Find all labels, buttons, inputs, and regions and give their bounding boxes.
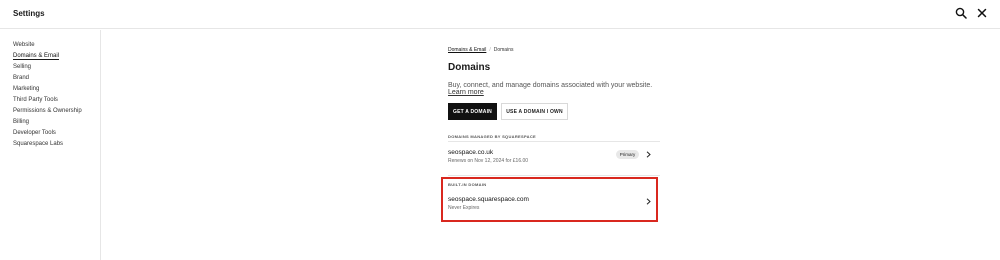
sidebar-item-label: Developer Tools: [13, 130, 56, 136]
sidebar-item-label: Domains & Email: [13, 53, 60, 60]
divider: [448, 141, 660, 142]
sidebar-item-marketing[interactable]: Marketing: [13, 84, 100, 95]
sidebar-item-label: Billing: [13, 119, 30, 125]
sidebar-item-billing[interactable]: Billing: [13, 117, 100, 128]
domain-row-built-in[interactable]: seospace.squarespace.com Never Expires: [448, 196, 660, 216]
managed-domains-label: DOMAINS MANAGED BY SQUARESPACE: [448, 134, 536, 139]
learn-more-link[interactable]: Learn more: [448, 89, 484, 96]
breadcrumb-parent-link[interactable]: Domains & Email: [448, 47, 486, 53]
sidebar-item-selling[interactable]: Selling: [13, 62, 100, 73]
settings-sidebar: Website Domains & Email Selling Brand Ma…: [0, 30, 101, 260]
breadcrumb-current: Domains: [493, 47, 514, 53]
sidebar-item-label: Permissions & Ownership: [13, 108, 82, 114]
breadcrumb-separator: /: [489, 47, 491, 53]
sidebar-item-label: Marketing: [13, 86, 40, 92]
page-title: Domains: [448, 62, 491, 73]
sidebar-item-developer-tools[interactable]: Developer Tools: [13, 128, 100, 139]
sidebar-item-website[interactable]: Website: [13, 40, 100, 51]
domain-renewal-info: Renews on Nov 12, 2024 for £16.00: [448, 158, 529, 164]
settings-title: Settings: [13, 9, 45, 18]
built-in-domain-label: BUILT-IN DOMAIN: [448, 182, 487, 187]
sidebar-item-domains-email[interactable]: Domains & Email: [13, 51, 100, 62]
chevron-right-icon: [646, 151, 651, 158]
domain-expiry-info: Never Expires: [448, 205, 480, 211]
sidebar-item-label: Website: [13, 42, 35, 48]
use-a-domain-i-own-button[interactable]: USE A DOMAIN I OWN: [501, 103, 568, 120]
sidebar-item-brand[interactable]: Brand: [13, 73, 100, 84]
sidebar-item-label: Brand: [13, 75, 30, 81]
sidebar-item-label: Squarespace Labs: [13, 141, 64, 147]
sidebar-item-label: Third Party Tools: [13, 97, 58, 103]
domain-row-primary[interactable]: seospace.co.uk Renews on Nov 12, 2024 fo…: [448, 149, 660, 169]
primary-badge: Primary: [616, 150, 639, 159]
search-icon[interactable]: [955, 7, 967, 19]
sidebar-item-squarespace-labs[interactable]: Squarespace Labs: [13, 139, 100, 150]
get-a-domain-button[interactable]: GET A DOMAIN: [448, 103, 497, 120]
sidebar-item-permissions-ownership[interactable]: Permissions & Ownership: [13, 106, 100, 117]
divider: [448, 175, 660, 176]
close-icon[interactable]: [976, 7, 988, 19]
sidebar-item-third-party-tools[interactable]: Third Party Tools: [13, 95, 100, 106]
chevron-right-icon: [646, 198, 651, 205]
breadcrumb: Domains & Email / Domains: [448, 47, 513, 53]
sidebar-item-label: Selling: [13, 64, 32, 70]
domain-name: seospace.squarespace.com: [448, 196, 529, 203]
top-bar: Settings: [0, 0, 1000, 29]
domain-name: seospace.co.uk: [448, 149, 494, 156]
top-actions: [955, 7, 988, 19]
